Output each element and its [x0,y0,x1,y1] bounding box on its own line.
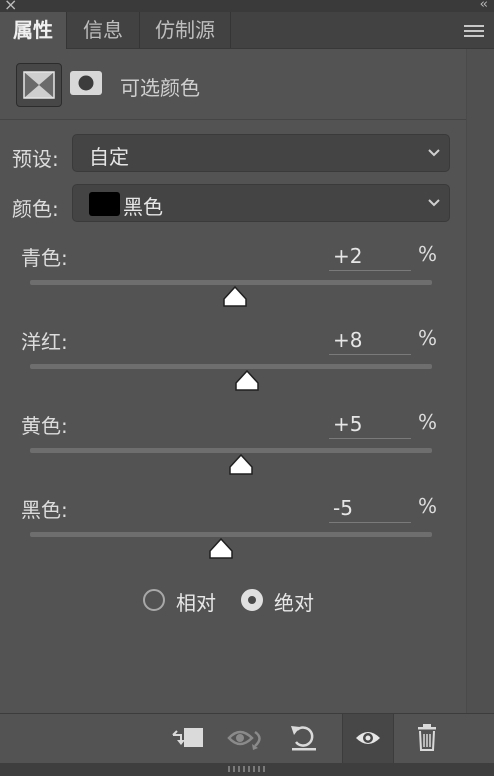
slider-track[interactable] [30,364,432,369]
panel-title-strip: × ‹‹ [0,0,494,13]
tab-bar: 属性 信息 仿制源 [0,12,494,49]
clip-to-layer-icon[interactable] [162,714,212,764]
percent-unit: % [418,494,438,518]
radio-absolute-label[interactable]: 绝对 [274,587,314,616]
slider-label: 黑色: [21,498,68,522]
reset-icon[interactable] [280,714,330,764]
percent-unit: % [418,242,438,266]
preset-dropdown[interactable]: 自定 [72,134,450,172]
cyan-value-input[interactable]: +2 [329,241,411,271]
percent-unit: % [418,410,438,434]
radio-absolute[interactable] [241,589,263,611]
slider-thumb[interactable] [234,370,260,392]
slider-label: 洋红: [21,330,68,354]
tab-properties[interactable]: 属性 [0,12,67,49]
scrollbar-track[interactable] [466,49,494,713]
preset-value: 自定 [89,145,129,169]
chevron-down-icon [428,149,440,157]
color-label: 颜色: [12,197,59,221]
color-value: 黑色 [123,195,163,219]
view-previous-state-icon[interactable] [222,714,272,764]
slider-track[interactable] [30,280,432,285]
chevron-down-icon [428,199,440,207]
panel-menu-icon[interactable] [464,25,484,37]
header-divider [0,119,466,120]
selective-color-icon[interactable] [16,63,62,107]
slider-label: 黄色: [21,414,68,438]
preset-label: 预设: [12,147,59,171]
slider-thumb[interactable] [222,286,248,308]
visibility-eye-icon[interactable] [342,714,394,764]
radio-relative-label[interactable]: 相对 [176,587,216,616]
layer-mask-icon[interactable] [69,69,103,99]
percent-unit: % [418,326,438,350]
magenta-value-input[interactable]: +8 [329,325,411,355]
color-dropdown[interactable]: 黑色 [72,184,450,222]
slider-track[interactable] [30,532,432,537]
yellow-value-input[interactable]: +5 [329,409,411,439]
resize-grip-icon[interactable] [228,766,268,772]
bottom-toolbar [0,713,494,764]
properties-panel: × ‹‹ 属性 信息 仿制源 可选颜色 预设: 自定 颜色: 黑色 青色: +2… [0,0,494,776]
slider-label: 青色: [21,246,68,270]
tab-clone-source[interactable]: 仿制源 [140,12,231,48]
adjustment-title: 可选颜色 [120,76,200,100]
slider-track[interactable] [30,448,432,453]
slider-thumb[interactable] [208,538,234,560]
black-value-input[interactable]: -5 [329,493,411,523]
trash-icon[interactable] [402,714,452,764]
slider-thumb[interactable] [228,454,254,476]
tab-info[interactable]: 信息 [67,12,140,48]
color-swatch [89,192,120,216]
radio-relative[interactable] [143,589,165,611]
